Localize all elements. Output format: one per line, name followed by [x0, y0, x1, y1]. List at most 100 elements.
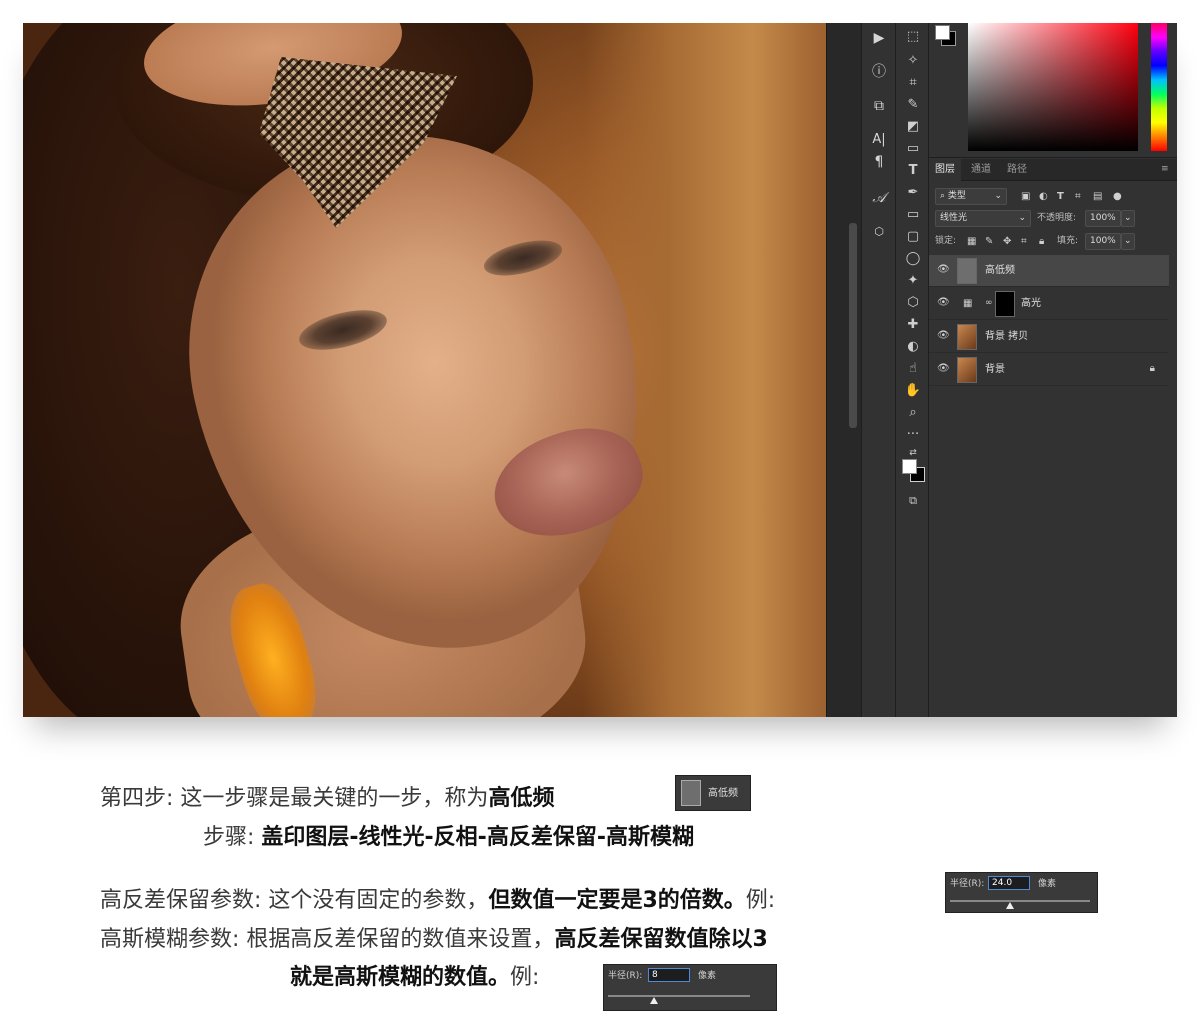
paragraph-icon[interactable]: ¶	[862, 151, 896, 173]
gauss-example: 例:	[510, 965, 540, 990]
high-pass-bold: 但数值一定要是3的倍数。	[488, 888, 746, 913]
info-icon[interactable]: ⓘ	[862, 61, 896, 83]
layer-thumbnail	[957, 357, 977, 383]
tools-panel: ⬚ ✧ ⌗ ✎ ◩ ▭ T ✒ ▭ ▢ ◯ ✦ ⬡ ✚ ◐ ☝ ✋ ⌕ ··· …	[895, 23, 929, 717]
lock-image-icon[interactable]: ✎	[985, 233, 993, 250]
scrollbar-thumb[interactable]	[849, 223, 857, 428]
layer-row[interactable]: 👁︎ 背景 🔒︎	[929, 354, 1169, 386]
custom-shape-tool-icon[interactable]: ✦	[900, 271, 926, 291]
lock-position-icon[interactable]: ✥	[1003, 233, 1011, 250]
canvas-photo	[23, 23, 826, 717]
tab-layers[interactable]: 图层	[929, 159, 961, 181]
layer-thumbnail	[957, 258, 977, 284]
opacity-dropdown[interactable]: ⌄	[1121, 210, 1135, 227]
badge-thumbnail	[681, 780, 701, 806]
crop-tool-icon[interactable]: ⌗	[900, 73, 926, 93]
glyphs-icon[interactable]: 𝒜	[862, 187, 896, 209]
rectangle-tool-icon[interactable]: ▭	[900, 205, 926, 225]
foreground-background-colors[interactable]	[902, 459, 928, 485]
marquee-tool-icon[interactable]: ⬚	[900, 27, 926, 47]
filter-adjust-icon[interactable]: ◐	[1039, 188, 1048, 205]
filter-smart-icon[interactable]: ▤	[1093, 188, 1102, 205]
step-text: 这一步骤是最关键的一步，称为	[180, 786, 489, 811]
lock-label: 锁定:	[935, 236, 957, 246]
fill-dropdown[interactable]: ⌄	[1121, 233, 1135, 250]
rounded-rect-tool-icon[interactable]: ▢	[900, 227, 926, 247]
badge-layer-name: 高低频	[708, 788, 738, 799]
dodge-tool-icon[interactable]: ◐	[900, 337, 926, 357]
layer-mask-thumbnail[interactable]	[995, 291, 1015, 317]
magic-wand-tool-icon[interactable]: ✧	[900, 51, 926, 71]
filter-shape-icon[interactable]: ⌗	[1075, 188, 1081, 205]
radius-unit: 像素	[1038, 879, 1057, 889]
more-tools-icon[interactable]: ···	[900, 425, 926, 445]
saturation-value-field[interactable]	[968, 23, 1138, 151]
play-icon[interactable]: ▶	[862, 27, 896, 49]
picker-foreground-swatch[interactable]	[935, 25, 950, 40]
radius-value: 8	[648, 968, 690, 982]
blend-mode-select[interactable]: 线性光 ⌄	[935, 210, 1031, 227]
filter-type-icon[interactable]: T	[1057, 188, 1064, 205]
gauss-bold-2: 就是高斯模糊的数值。	[290, 965, 511, 990]
high-pass-radius-example: 半径(R): 24.0 像素	[945, 872, 1098, 913]
gauss-label: 高斯模糊参数:	[100, 927, 240, 952]
radius-track	[608, 995, 750, 997]
gauss-line-2: 就是高斯模糊的数值。例:	[290, 964, 539, 992]
foreground-color-swatch[interactable]	[902, 459, 917, 474]
lock-transparent-icon[interactable]: ▦	[967, 233, 976, 250]
radius-label: 半径(R):	[608, 971, 643, 981]
fill-label: 填充:	[1057, 236, 1079, 246]
steps-line: 步骤: 盖印图层-线性光-反相-高反差保留-高斯模糊	[203, 824, 694, 852]
opacity-input[interactable]: 100%	[1085, 210, 1121, 227]
pen-tool-icon[interactable]: ✒	[900, 183, 926, 203]
filter-kind-label: 类型	[947, 191, 966, 201]
steps-label: 步骤:	[203, 825, 255, 850]
fill-input[interactable]: 100%	[1085, 233, 1121, 250]
hue-slider[interactable]	[1151, 23, 1167, 151]
3d-icon[interactable]: ⬡	[862, 221, 896, 243]
layer-row[interactable]: 👁︎ 背景 拷贝	[929, 321, 1169, 353]
layer-name: 高光	[1021, 298, 1041, 309]
lock-icon: 🔒︎	[1149, 363, 1155, 374]
hand-tool-icon[interactable]: ✋	[900, 381, 926, 401]
high-pass-label: 高反差保留参数:	[100, 888, 262, 913]
layer-row[interactable]: 👁︎ 高低频	[929, 255, 1169, 287]
tab-paths[interactable]: 路径	[1001, 159, 1033, 181]
panel-menu-icon[interactable]: ≡	[1161, 164, 1171, 174]
panel-icon-strip: ▶ ⓘ ⧉ A| ¶ 𝒜 ⬡	[861, 23, 895, 717]
layer-row[interactable]: 👁︎ ▦ ∞ 高光	[929, 288, 1169, 320]
brush-tool-icon[interactable]: ✎	[900, 95, 926, 115]
ellipse-tool-icon[interactable]: ◯	[900, 249, 926, 269]
canvas-scrollbar[interactable]	[826, 23, 861, 717]
tab-channels[interactable]: 通道	[965, 159, 997, 181]
eraser-tool-icon[interactable]: ◩	[900, 117, 926, 137]
filter-pixel-icon[interactable]: ▣	[1021, 188, 1030, 205]
gauss-line: 高斯模糊参数: 根据高反差保留的数值来设置，高反差保留数值除以3	[100, 926, 768, 954]
right-panel: 图层 通道 路径 ≡ ⌕ 类型 ⌄ ▣ ◐ T ⌗ ▤ ● 线性光 ⌄ 不透明度: …	[929, 23, 1177, 717]
steps-text: 盖印图层-线性光-反相-高反差保留-高斯模糊	[261, 825, 694, 850]
gauss-radius-example: 半径(R): 8 像素	[603, 964, 777, 1011]
visibility-eye-icon[interactable]: 👁︎	[937, 363, 950, 374]
visibility-eye-icon[interactable]: 👁︎	[937, 264, 950, 275]
type-tool-icon[interactable]: T	[900, 161, 926, 181]
gradient-tool-icon[interactable]: ▭	[900, 139, 926, 159]
link-chain-icon: ∞	[985, 298, 993, 308]
lock-artboard-icon[interactable]: ⌗	[1021, 233, 1027, 250]
smudge-tool-icon[interactable]: ☝	[900, 359, 926, 379]
lock-all-icon[interactable]: 🔒︎	[1039, 233, 1044, 250]
radius-label: 半径(R):	[950, 879, 985, 889]
healing-tool-icon[interactable]: ✚	[900, 315, 926, 335]
layer-badge: 高低频	[675, 775, 751, 811]
gauss-bold-1: 高反差保留数值除以3	[554, 927, 768, 952]
zoom-tool-icon[interactable]: ⌕	[900, 403, 926, 423]
filter-kind-select[interactable]: ⌕ 类型 ⌄	[935, 188, 1007, 205]
visibility-eye-icon[interactable]: 👁︎	[937, 297, 950, 308]
lock-row: 锁定: ▦ ✎ ✥ ⌗ 🔒︎ 填充: 100% ⌄	[929, 231, 1177, 253]
character-icon[interactable]: A|	[862, 129, 896, 151]
filter-toggle-icon[interactable]: ●	[1113, 188, 1122, 205]
layers-tabbar: 图层 通道 路径 ≡	[929, 159, 1177, 181]
adjust-icon[interactable]: ⧉	[862, 95, 896, 117]
polygon-tool-icon[interactable]: ⬡	[900, 293, 926, 313]
visibility-eye-icon[interactable]: 👁︎	[937, 330, 950, 341]
screen-mode-icon[interactable]: ⧉	[900, 491, 926, 511]
